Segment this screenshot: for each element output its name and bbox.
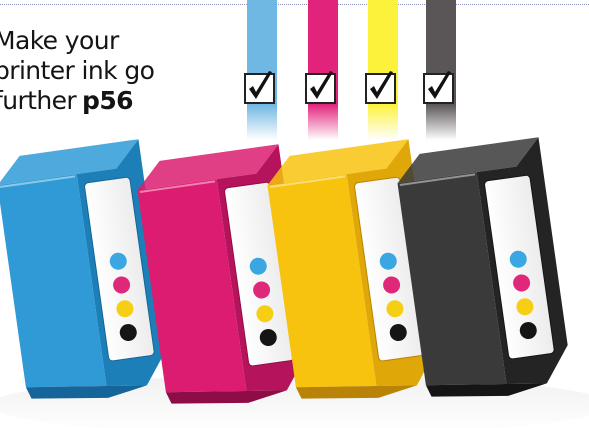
- teaser-line-1: Make your: [0, 26, 119, 55]
- stripe-fade: [230, 60, 470, 140]
- page-reference: p56: [82, 86, 133, 115]
- teaser-line-3-text: further: [0, 86, 77, 115]
- teaser-headline[interactable]: Make your printer ink go further p56: [0, 26, 204, 116]
- teaser-line-3: further p56: [0, 86, 204, 116]
- teaser-line-2: printer ink go: [0, 56, 155, 85]
